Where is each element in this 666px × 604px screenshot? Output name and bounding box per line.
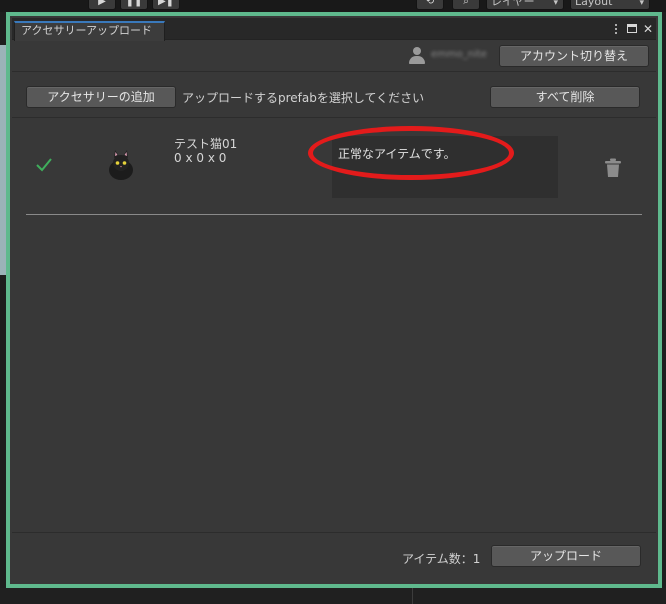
layout-label: Layout (575, 0, 613, 8)
item-divider (26, 214, 642, 215)
add-accessory-button[interactable]: アクセサリーの追加 (26, 86, 176, 108)
item-count-label: アイテム数：1 (402, 552, 481, 566)
chevron-down-icon: ▾ (639, 0, 644, 8)
select-prefab-instruction: アップロードするprefabを選択してください (182, 91, 425, 105)
tab-accessory-upload[interactable]: アクセサリーアップロード (14, 21, 166, 41)
window-tab-bar: アクセサリーアップロード ✕ (12, 18, 656, 41)
window-controls: ✕ (610, 21, 654, 37)
select-row: アクセサリーの追加 アップロードするprefabを選択してください すべて削除 (12, 72, 656, 118)
history-button[interactable]: ⟲ (416, 0, 444, 10)
search-button[interactable]: ⌕ (452, 0, 480, 10)
step-button[interactable]: ▶❚ (152, 0, 180, 10)
maximize-icon[interactable] (626, 22, 638, 36)
switch-account-button[interactable]: アカウント切り替え (499, 45, 649, 67)
layout-dropdown[interactable]: Layout ▾ (570, 0, 650, 10)
delete-all-button[interactable]: すべて削除 (490, 86, 640, 108)
play-button[interactable]: ▶ (88, 0, 116, 10)
window-footer: アイテム数：1 アップロード (12, 532, 656, 582)
kebab-menu-icon[interactable] (610, 22, 622, 36)
item-status-message: 正常なアイテムです。 (332, 136, 558, 198)
list-item: テスト猫01 0 x 0 x 0 正常なアイテムです。 (12, 118, 656, 214)
account-row: emmo_nite アカウント切り替え (12, 40, 656, 72)
chevron-down-icon: ▾ (553, 0, 558, 8)
accessory-upload-window: アクセサリーアップロード ✕ emmo_nite アカウント切り替え アクセサリ… (12, 18, 656, 582)
editor-bottom-strip (0, 588, 666, 604)
pause-button[interactable]: ❚❚ (120, 0, 148, 10)
item-size: 0 x 0 x 0 (174, 151, 227, 165)
username-label: emmo_nite (431, 49, 487, 60)
item-name: テスト猫01 (174, 137, 238, 151)
trash-icon[interactable] (604, 158, 622, 178)
highlight-frame: アクセサリーアップロード ✕ emmo_nite アカウント切り替え アクセサリ… (6, 12, 662, 588)
check-icon (34, 154, 54, 174)
user-icon (408, 46, 426, 64)
layers-label: レイヤー (491, 0, 535, 8)
layers-dropdown[interactable]: レイヤー ▾ (486, 0, 564, 10)
upload-button[interactable]: アップロード (491, 545, 641, 567)
cat-thumbnail-icon (104, 148, 138, 182)
close-icon[interactable]: ✕ (642, 22, 654, 36)
editor-toolbar: ▶ ❚❚ ▶❚ ⟲ ⌕ レイヤー ▾ Layout ▾ (0, 0, 666, 12)
